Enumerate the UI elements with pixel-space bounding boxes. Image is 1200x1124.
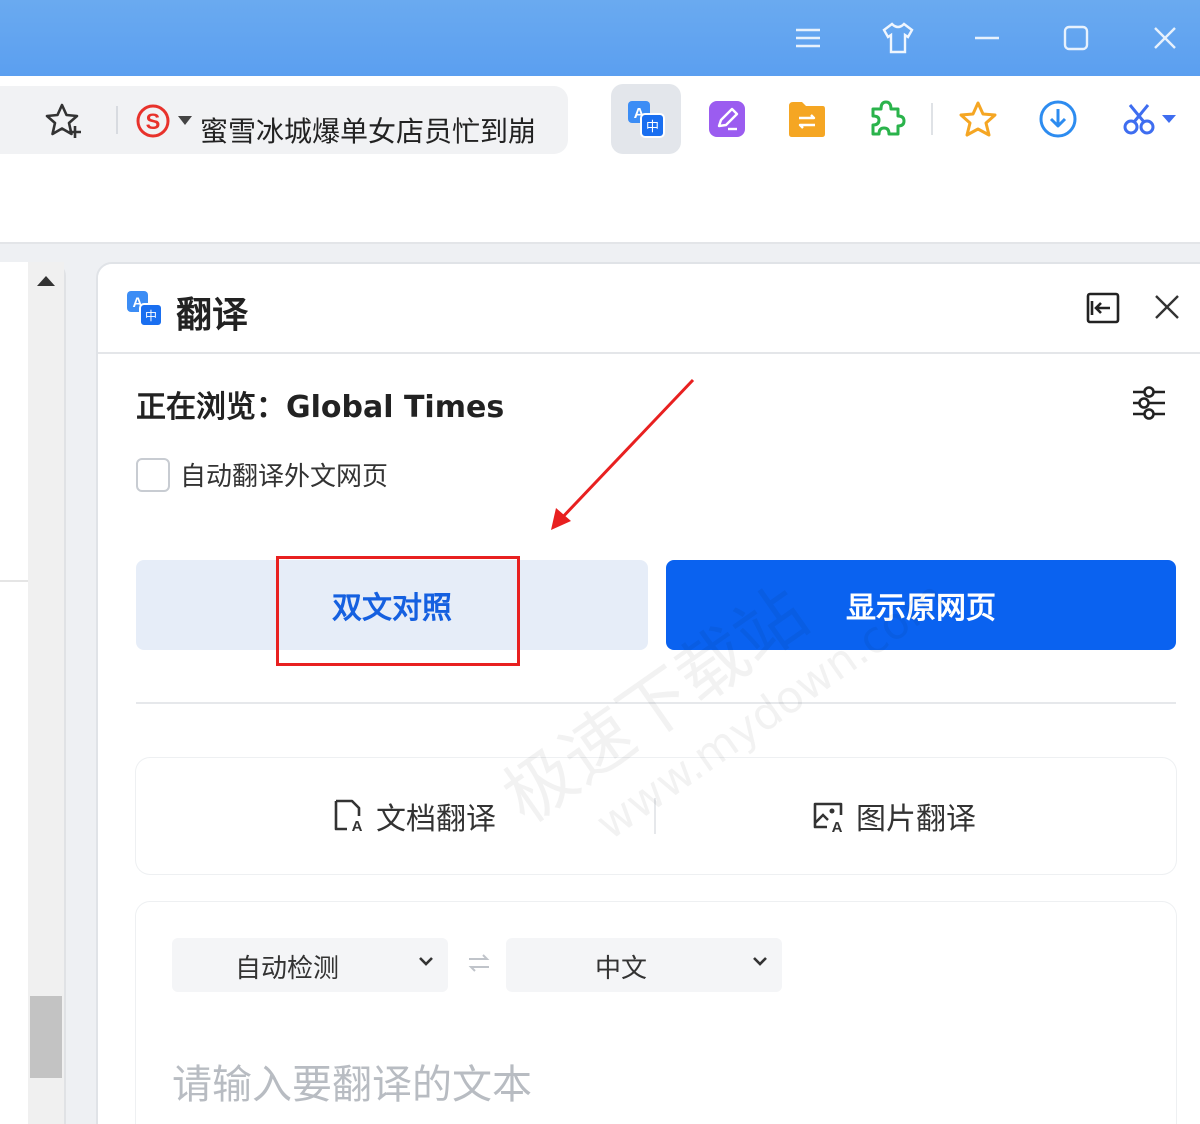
chevron-down-icon [753,957,767,966]
swap-languages-icon[interactable] [468,954,490,972]
divider [654,798,656,834]
annotation-highlight-box [276,556,520,666]
translate-tool-button[interactable]: A 中 [611,84,681,154]
translate-icon: A 中 [628,101,665,138]
auto-translate-option[interactable]: 自动翻译外文网页 [136,456,388,493]
svg-text:中: 中 [145,308,157,323]
maximize-icon[interactable] [1056,18,1096,58]
document-translate-icon: A [334,799,363,833]
document-translate-button[interactable]: A 文档翻译 [332,794,496,838]
title-bar [0,0,1200,76]
auto-translate-checkbox[interactable] [136,457,170,492]
extension-icon [871,100,906,136]
bookmark-star-icon[interactable] [44,102,84,140]
translate-tools-card: A 文档翻译 A 图片翻译 [136,758,1176,874]
source-language-value: 自动检测 [234,954,339,984]
favorite-icon [959,101,997,137]
skin-icon[interactable] [878,18,918,58]
address-bar[interactable]: S 蜜雪冰城爆单女店员忙到崩 [0,86,568,154]
divider [116,106,118,134]
target-language-select[interactable]: 中文 [506,938,782,992]
target-language-value: 中文 [594,954,647,984]
svg-text:中: 中 [646,120,659,135]
address-text[interactable]: 蜜雪冰城爆单女店员忙到崩 [200,110,540,150]
show-original-button[interactable]: 显示原网页 [666,560,1176,650]
note-tool-button[interactable] [692,84,762,154]
bookmarks-bar [0,166,1200,244]
svg-text:A: A [832,819,843,833]
search-engine-icon[interactable]: S [136,104,170,138]
panel-title: 翻译 [176,295,249,336]
svg-text:S: S [146,109,161,134]
source-language-select[interactable]: 自动检测 [172,938,448,992]
page-content [0,262,28,582]
divider [136,702,1176,704]
browsing-label: 正在浏览：Global Times [136,390,505,425]
download-tool-button[interactable] [1023,84,1093,154]
scroll-up-arrow-icon[interactable] [37,276,55,286]
panel-body: 正在浏览：Global Times 自动翻译外文网页 双文对照 显示原网页 A … [98,354,1200,1124]
favorite-tool-button[interactable] [943,84,1013,154]
close-panel-icon[interactable] [1154,294,1180,320]
chevron-down-icon [419,957,433,966]
minimize-icon[interactable] [967,18,1007,58]
settings-sliders-icon[interactable] [1132,384,1166,422]
svg-text:A: A [352,818,363,833]
auto-translate-label: 自动翻译外文网页 [180,462,389,492]
image-translate-icon: A [813,802,843,833]
screenshot-icon [1123,104,1176,135]
screenshot-tool-button[interactable] [1110,84,1190,154]
menu-icon[interactable] [788,18,828,58]
web-page-area [0,262,66,1124]
scrollbar[interactable] [28,262,64,1124]
image-translate-button[interactable]: A 图片翻译 [812,794,976,838]
download-icon [1039,100,1077,138]
translate-logo-icon: A 中 [127,291,163,327]
browser-toolbar: S 蜜雪冰城爆单女店员忙到崩 A 中 [0,76,1200,166]
document-translate-label: 文档翻译 [376,802,496,837]
caret-down-icon[interactable] [178,116,192,126]
dock-panel-icon[interactable] [1086,292,1120,324]
scrollbar-thumb[interactable] [30,996,62,1078]
image-translate-label: 图片翻译 [856,802,976,837]
translate-text-input[interactable]: 请输入要翻译的文本 [172,1052,532,1110]
close-icon[interactable] [1145,18,1185,58]
note-icon [709,101,745,137]
file-transfer-tool-button[interactable] [772,84,842,154]
panel-header: A 中 翻译 [98,264,1200,354]
extension-tool-button[interactable] [852,84,922,154]
divider [931,103,933,135]
text-translate-card: 自动检测 中文 请输入要翻译的文本 [136,902,1176,1124]
translate-panel: A 中 翻译 正在浏览：Global Times 自动翻译外文网页 双文对照 显… [96,262,1200,1124]
file-transfer-icon [789,102,825,137]
